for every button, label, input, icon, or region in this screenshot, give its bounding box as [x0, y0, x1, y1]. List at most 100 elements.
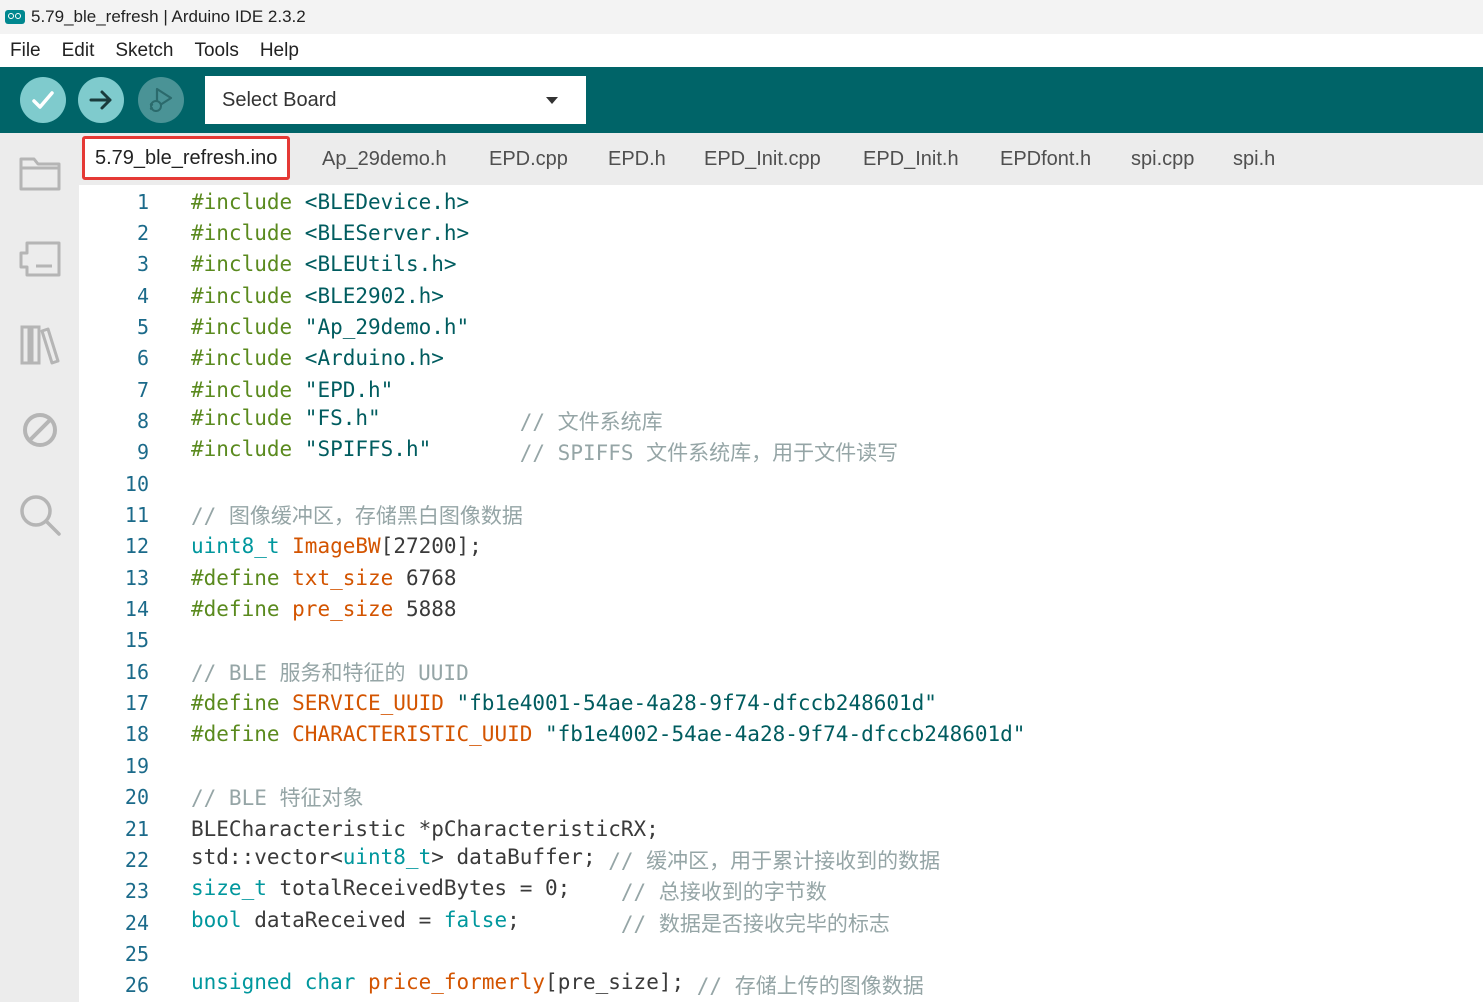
code-line[interactable]: 25 — [79, 938, 1483, 969]
code-line[interactable]: 6 #include <Arduino.h> — [79, 343, 1483, 374]
menu-sketch[interactable]: Sketch — [105, 40, 184, 62]
board-icon — [19, 241, 61, 277]
code-line[interactable]: 7 #include "EPD.h" — [79, 374, 1483, 405]
board-select-dropdown[interactable]: Select Board — [205, 76, 586, 124]
code-token: CHARACTERISTIC_UUID — [292, 722, 533, 747]
code-line[interactable]: 17 #define SERVICE_UUID "fb1e4001-54ae-4a… — [79, 688, 1483, 719]
editor-tabs: 5.79_ble_refresh.ino Ap_29demo.h EPD.cpp… — [79, 133, 1483, 185]
tab-epd-init-h[interactable]: EPD_Init.h — [863, 133, 959, 185]
code-line[interactable]: 21 BLECharacteristic *pCharacteristicRX; — [79, 813, 1483, 844]
code-token: > dataBuffer; — [431, 844, 609, 869]
tab-epdfont-h[interactable]: EPDfont.h — [1000, 133, 1091, 185]
code-line[interactable]: 19 — [79, 750, 1483, 781]
window-title: 5.79_ble_refresh | Arduino IDE 2.3.2 — [31, 7, 306, 26]
code-token: <BLEServer.h> — [304, 220, 470, 245]
line-number: 13 — [124, 565, 149, 590]
code-line[interactable]: 8 #include "FS.h" // 文件系统库 — [79, 405, 1483, 436]
code-token: "SPIFFS.h" — [304, 437, 432, 462]
tab-spi-h[interactable]: spi.h — [1233, 133, 1275, 185]
code-token: "EPD.h" — [304, 377, 394, 402]
code-token: std::vector< — [191, 844, 343, 869]
boards-manager-button[interactable] — [16, 234, 64, 282]
code-line[interactable]: 14 #define pre_size 5888 — [79, 594, 1483, 625]
code-token: // 文件系统库 — [519, 409, 663, 434]
code-token: <BLE2902.h> — [304, 283, 444, 308]
code-text: size_t totalReceivedBytes = 0; // 总接收到的字… — [191, 876, 827, 906]
code-token: // 存储上传的图像数据 — [696, 974, 924, 999]
code-line[interactable]: 23 size_t totalReceivedBytes = 0; // 总接收到… — [79, 876, 1483, 907]
line-number: 3 — [136, 252, 149, 277]
line-number: 7 — [136, 377, 149, 402]
code-line[interactable]: 20 // BLE 特征对象 — [79, 782, 1483, 813]
upload-button[interactable] — [78, 77, 124, 123]
line-number: 22 — [124, 847, 149, 872]
verify-button[interactable] — [20, 77, 66, 123]
code-token: ImageBW — [292, 534, 381, 559]
code-editor[interactable]: 1 #include <BLEDevice.h> 2 #include <BLESer… — [79, 185, 1483, 1002]
code-token: // 图像缓冲区，存储黑白图像数据 — [191, 504, 523, 528]
code-line[interactable]: 13 #define txt_size 6768 — [79, 562, 1483, 593]
tab-spi-cpp[interactable]: spi.cpp — [1131, 133, 1194, 185]
code-text: #include <BLEServer.h> — [191, 221, 469, 245]
debug-button[interactable] — [138, 77, 184, 123]
code-token: uint8_t — [191, 534, 293, 559]
code-line[interactable]: 5 #include "Ap_29demo.h" — [79, 311, 1483, 342]
line-number: 17 — [124, 691, 149, 716]
code-token: // BLE 服务和特征的 UUID — [191, 660, 469, 685]
code-token: unsigned char — [191, 970, 356, 995]
search-button[interactable] — [16, 491, 64, 539]
tab-ap-29demo-h[interactable]: Ap_29demo.h — [322, 133, 447, 185]
code-text: #include <BLEDevice.h> — [191, 190, 469, 214]
code-token: #include — [191, 437, 305, 462]
code-line[interactable]: 4 #include <BLE2902.h> — [79, 280, 1483, 311]
menu-help[interactable]: Help — [250, 40, 310, 62]
tab-epd-h[interactable]: EPD.h — [608, 133, 666, 185]
code-line[interactable]: 18 #define CHARACTERISTIC_UUID "fb1e4002-… — [79, 719, 1483, 750]
line-number: 25 — [124, 941, 149, 966]
sketchbook-button[interactable] — [16, 149, 64, 197]
line-number: 9 — [136, 440, 149, 465]
code-line[interactable]: 11 // 图像缓冲区，存储黑白图像数据 — [79, 500, 1483, 531]
code-line[interactable]: 22 std::vector< uint8_t > dataBuffer; // 缓冲… — [79, 844, 1483, 875]
arduino-logo-icon — [5, 10, 25, 24]
code-token: SERVICE_UUID — [292, 691, 444, 716]
tab-5-79-ble-refresh-ino[interactable]: 5.79_ble_refresh.ino — [82, 136, 291, 180]
tab-epd-init-cpp[interactable]: EPD_Init.cpp — [704, 133, 821, 185]
line-number: 20 — [124, 785, 149, 810]
sidebar — [0, 133, 79, 1002]
debug-panel-button[interactable] — [16, 406, 64, 454]
code-token: #define — [191, 565, 293, 590]
code-token: pre_size — [292, 597, 394, 622]
code-token: <Arduino.h> — [304, 346, 444, 371]
code-line[interactable]: 12 uint8_t ImageBW [27200]; — [79, 531, 1483, 562]
code-token: // 缓冲区，用于累计接收到的数据 — [608, 848, 941, 873]
code-token: "fb1e4001-54ae-4a28-9f74-dfccb248601d" — [443, 691, 937, 716]
debug-icon — [149, 87, 173, 112]
code-line[interactable]: 1 #include <BLEDevice.h> — [79, 186, 1483, 217]
tab-epd-cpp[interactable]: EPD.cpp — [489, 133, 568, 185]
code-line[interactable]: 10 — [79, 468, 1483, 499]
line-number: 12 — [124, 534, 149, 559]
code-token: <BLEDevice.h> — [304, 189, 470, 214]
code-text: unsigned char price_formerly [pre_size]; … — [191, 970, 924, 1000]
library-manager-button[interactable] — [16, 321, 64, 369]
code-text: #include <BLE2902.h> — [191, 284, 444, 308]
code-line[interactable]: 24 bool dataReceived = false; // 数据是否接收完毕… — [79, 907, 1483, 938]
code-line[interactable]: 16 // BLE 服务和特征的 UUID — [79, 656, 1483, 687]
menu-edit[interactable]: Edit — [52, 40, 106, 62]
code-token: "fb1e4002-54ae-4a28-9f74-dfccb248601d" — [532, 722, 1026, 747]
line-number: 18 — [124, 722, 149, 747]
code-line[interactable]: 26 unsigned char price_formerly [pre_size]… — [79, 970, 1483, 1001]
code-line[interactable]: 9 #include "SPIFFS.h" // SPIFFS 文件系统库，用于文… — [79, 437, 1483, 468]
code-token: #include — [191, 377, 305, 402]
code-line[interactable]: 3 #include <BLEUtils.h> — [79, 249, 1483, 280]
code-token: BLECharacteristic *pCharacteristicRX; — [191, 816, 659, 841]
menu-tools[interactable]: Tools — [184, 40, 249, 62]
code-line[interactable]: 2 #include <BLEServer.h> — [79, 217, 1483, 248]
code-line[interactable]: 15 — [79, 625, 1483, 656]
code-token: #include — [191, 283, 305, 308]
menu-file[interactable]: File — [0, 40, 52, 62]
code-token: totalReceivedBytes = 0; — [266, 876, 621, 901]
code-text: BLECharacteristic *pCharacteristicRX; — [191, 817, 659, 841]
